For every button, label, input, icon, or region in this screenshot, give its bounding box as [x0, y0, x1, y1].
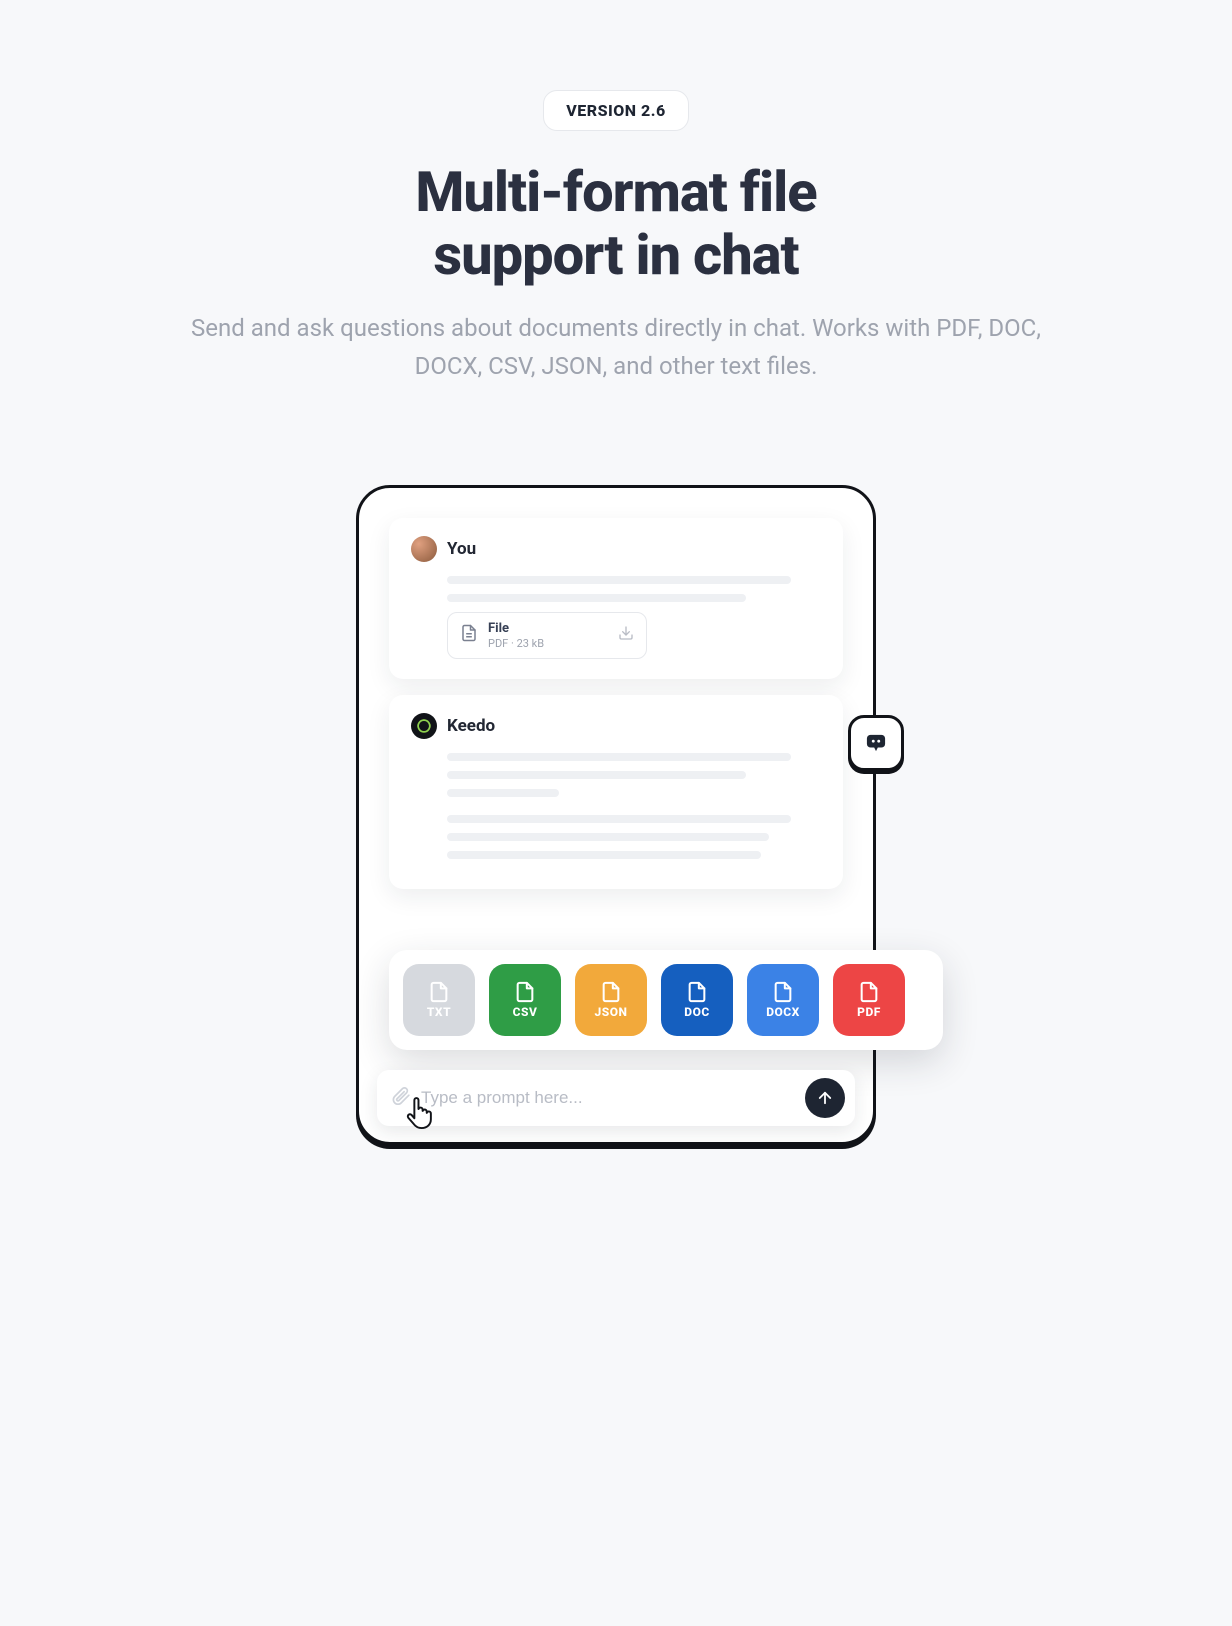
page-title: Multi-format file support in chat — [0, 161, 1232, 286]
prompt-input[interactable] — [421, 1088, 795, 1108]
format-txt[interactable]: TXT — [403, 964, 475, 1036]
file-name: File — [488, 621, 608, 636]
file-meta: PDF · 23 kB — [488, 637, 608, 650]
bot-sender-label: Keedo — [447, 716, 495, 736]
user-sender-label: You — [447, 539, 476, 559]
format-json-label: JSON — [595, 1005, 628, 1019]
file-icon — [460, 624, 478, 646]
title-line-2: support in chat — [433, 222, 798, 288]
format-doc-label: DOC — [684, 1005, 709, 1019]
title-line-1: Multi-format file — [415, 159, 816, 225]
format-doc[interactable]: DOC — [661, 964, 733, 1036]
page-subtitle: Send and ask questions about documents d… — [176, 310, 1056, 384]
format-docx-label: DOCX — [766, 1005, 800, 1019]
format-txt-label: TXT — [427, 1005, 451, 1019]
user-message-text — [411, 576, 821, 602]
chat-device-frame: You File PDF · 23 kB — [356, 485, 876, 1145]
user-avatar — [411, 536, 437, 562]
version-badge: VERSION 2.6 — [543, 90, 689, 131]
format-docx[interactable]: DOCX — [747, 964, 819, 1036]
format-csv[interactable]: CSV — [489, 964, 561, 1036]
attach-icon[interactable] — [391, 1086, 411, 1110]
bot-badge[interactable] — [848, 715, 904, 771]
bot-message-text — [411, 753, 821, 859]
format-pdf[interactable]: PDF — [833, 964, 905, 1036]
composer — [377, 1070, 855, 1126]
format-json[interactable]: JSON — [575, 964, 647, 1036]
user-message-card: You File PDF · 23 kB — [389, 518, 843, 679]
bot-message-card: Keedo — [389, 695, 843, 889]
send-button[interactable] — [805, 1078, 845, 1118]
format-csv-label: CSV — [513, 1005, 538, 1019]
format-pdf-label: PDF — [857, 1005, 881, 1019]
bot-avatar — [411, 713, 437, 739]
attached-file-chip[interactable]: File PDF · 23 kB — [447, 612, 647, 659]
download-icon[interactable] — [618, 625, 634, 645]
formats-row: TXT CSV JSON DOC DOCX PDF — [389, 950, 943, 1050]
